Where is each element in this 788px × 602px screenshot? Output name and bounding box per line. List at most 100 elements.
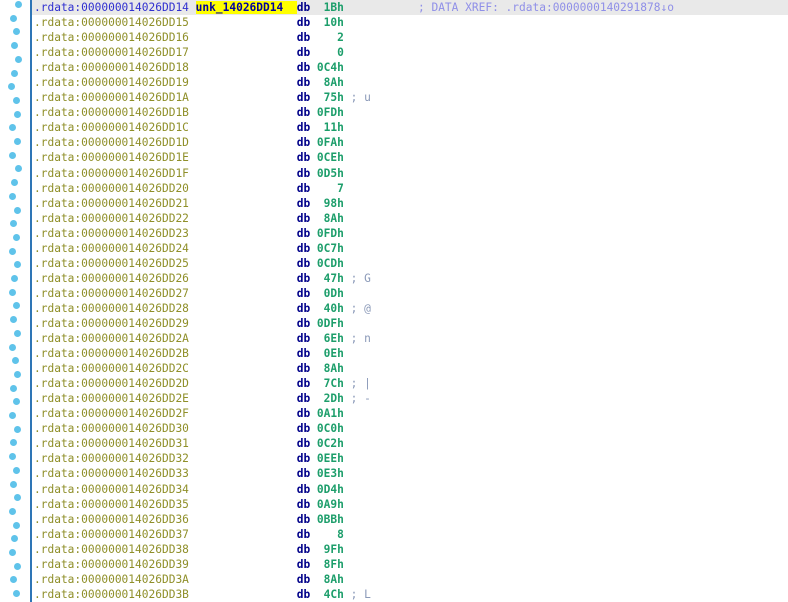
byte-value[interactable]: 9Fh xyxy=(317,543,344,556)
mnemonic-db[interactable]: db xyxy=(297,76,317,89)
byte-value[interactable]: 0DFh xyxy=(317,317,344,330)
char-comment[interactable]: ; L xyxy=(344,588,371,601)
byte-value[interactable]: 0FDh xyxy=(317,227,344,240)
byte-value[interactable]: 0BBh xyxy=(317,513,344,526)
listing-row[interactable]: .rdata:000000014026DD26 db 47h ; G xyxy=(0,271,788,286)
listing-row[interactable]: .rdata:000000014026DD34 db 0D4h xyxy=(0,482,788,497)
address-prefix[interactable]: .rdata:000000014026DD22 xyxy=(34,212,189,225)
listing-row[interactable]: .rdata:000000014026DD1C db 11h xyxy=(0,120,788,135)
address-prefix[interactable]: .rdata:000000014026DD29 xyxy=(34,317,189,330)
byte-value[interactable]: 0CDh xyxy=(317,257,344,270)
address-prefix[interactable]: .rdata:000000014026DD1A xyxy=(34,91,189,104)
byte-value[interactable]: 0C2h xyxy=(317,437,344,450)
byte-value[interactable]: 0A1h xyxy=(317,407,344,420)
listing-row[interactable]: .rdata:000000014026DD27 db 0Dh xyxy=(0,286,788,301)
byte-value[interactable]: 1Bh xyxy=(317,1,344,14)
byte-value[interactable]: 6Eh xyxy=(317,332,344,345)
byte-value[interactable]: 4Ch xyxy=(317,588,344,601)
mnemonic-db[interactable]: db xyxy=(297,407,317,420)
mnemonic-db[interactable]: db xyxy=(297,61,317,74)
byte-value[interactable]: 0C4h xyxy=(317,61,344,74)
listing-row[interactable]: .rdata:000000014026DD25 db 0CDh xyxy=(0,256,788,271)
mnemonic-db[interactable]: db xyxy=(297,212,317,225)
address-prefix[interactable]: .rdata:000000014026DD23 xyxy=(34,227,189,240)
byte-value[interactable]: 0E3h xyxy=(317,467,344,480)
address-prefix[interactable]: .rdata:000000014026DD1B xyxy=(34,106,189,119)
mnemonic-db[interactable]: db xyxy=(297,528,317,541)
address-prefix[interactable]: .rdata:000000014026DD1E xyxy=(34,151,189,164)
mnemonic-db[interactable]: db xyxy=(297,347,317,360)
byte-value[interactable]: 8 xyxy=(317,528,344,541)
byte-value[interactable]: 0A9h xyxy=(317,498,344,511)
byte-value[interactable]: 98h xyxy=(317,197,344,210)
address-prefix[interactable]: .rdata:000000014026DD3B xyxy=(34,588,189,601)
address-prefix[interactable]: .rdata:000000014026DD2D xyxy=(34,377,189,390)
listing-row[interactable]: .rdata:000000014026DD30 db 0C0h xyxy=(0,421,788,436)
listing-row[interactable]: .rdata:000000014026DD2D db 7Ch ; | xyxy=(0,376,788,391)
byte-value[interactable]: 2Dh xyxy=(317,392,344,405)
byte-value[interactable]: 8Fh xyxy=(317,558,344,571)
listing-row[interactable]: .rdata:000000014026DD1F db 0D5h xyxy=(0,166,788,181)
listing-row[interactable]: .rdata:000000014026DD32 db 0EEh xyxy=(0,451,788,466)
mnemonic-db[interactable]: db xyxy=(297,573,317,586)
mnemonic-db[interactable]: db xyxy=(297,452,317,465)
listing-row[interactable]: .rdata:000000014026DD1A db 75h ; u xyxy=(0,90,788,105)
mnemonic-db[interactable]: db xyxy=(297,121,317,134)
listing-row[interactable]: .rdata:000000014026DD2F db 0A1h xyxy=(0,406,788,421)
mnemonic-db[interactable]: db xyxy=(297,467,317,480)
byte-value[interactable]: 7Ch xyxy=(317,377,344,390)
listing-row[interactable]: .rdata:000000014026DD14 unk_14026DD14 db… xyxy=(0,0,788,15)
byte-value[interactable]: 10h xyxy=(317,16,344,29)
listing-row[interactable]: .rdata:000000014026DD2A db 6Eh ; n xyxy=(0,331,788,346)
mnemonic-db[interactable]: db xyxy=(297,16,317,29)
mnemonic-db[interactable]: db xyxy=(297,498,317,511)
byte-value[interactable]: 0C0h xyxy=(317,422,344,435)
byte-value[interactable]: 0D4h xyxy=(317,483,344,496)
byte-value[interactable]: 0Dh xyxy=(317,287,344,300)
address-prefix[interactable]: .rdata:000000014026DD17 xyxy=(34,46,189,59)
disassembly-listing[interactable]: .rdata:000000014026DD14 unk_14026DD14 db… xyxy=(0,0,788,602)
address-prefix[interactable]: .rdata:000000014026DD26 xyxy=(34,272,189,285)
mnemonic-db[interactable]: db xyxy=(297,167,317,180)
listing-row[interactable]: .rdata:000000014026DD29 db 0DFh xyxy=(0,316,788,331)
byte-value[interactable]: 40h xyxy=(317,302,344,315)
listing-row[interactable]: .rdata:000000014026DD39 db 8Fh xyxy=(0,557,788,572)
address-prefix[interactable]: .rdata:000000014026DD21 xyxy=(34,197,189,210)
byte-value[interactable]: 8Ah xyxy=(317,362,344,375)
listing-row[interactable]: .rdata:000000014026DD35 db 0A9h xyxy=(0,497,788,512)
address-prefix[interactable]: .rdata:000000014026DD2B xyxy=(34,347,189,360)
byte-value[interactable]: 0D5h xyxy=(317,167,344,180)
mnemonic-db[interactable]: db xyxy=(297,317,317,330)
listing-row[interactable]: .rdata:000000014026DD3A db 8Ah xyxy=(0,572,788,587)
address-prefix[interactable]: .rdata:000000014026DD16 xyxy=(34,31,189,44)
address-prefix[interactable]: .rdata:000000014026DD2E xyxy=(34,392,189,405)
byte-value[interactable]: 8Ah xyxy=(317,76,344,89)
listing-row[interactable]: .rdata:000000014026DD1B db 0FDh xyxy=(0,105,788,120)
byte-value[interactable]: 8Ah xyxy=(317,212,344,225)
listing-row[interactable]: .rdata:000000014026DD22 db 8Ah xyxy=(0,211,788,226)
mnemonic-db[interactable]: db xyxy=(297,437,317,450)
mnemonic-db[interactable]: db xyxy=(297,377,317,390)
address-prefix[interactable]: .rdata:000000014026DD2F xyxy=(34,407,189,420)
listing-row[interactable]: .rdata:000000014026DD37 db 8 xyxy=(0,527,788,542)
byte-value[interactable]: 7 xyxy=(317,182,344,195)
byte-value[interactable]: 8Ah xyxy=(317,573,344,586)
mnemonic-db[interactable]: db xyxy=(297,558,317,571)
char-comment[interactable]: ; - xyxy=(344,392,371,405)
listing-row[interactable]: .rdata:000000014026DD23 db 0FDh xyxy=(0,226,788,241)
address-prefix[interactable]: .rdata:000000014026DD15 xyxy=(34,16,189,29)
address-prefix[interactable]: .rdata:000000014026DD39 xyxy=(34,558,189,571)
address-prefix[interactable]: .rdata:000000014026DD18 xyxy=(34,61,189,74)
listing-row[interactable]: .rdata:000000014026DD18 db 0C4h xyxy=(0,60,788,75)
address-prefix[interactable]: .rdata:000000014026DD36 xyxy=(34,513,189,526)
listing-row[interactable]: .rdata:000000014026DD21 db 98h xyxy=(0,196,788,211)
listing-row[interactable]: .rdata:000000014026DD2E db 2Dh ; - xyxy=(0,391,788,406)
address-prefix[interactable]: .rdata:000000014026DD34 xyxy=(34,483,189,496)
char-comment[interactable]: ; u xyxy=(344,91,371,104)
address-prefix[interactable]: .rdata:000000014026DD25 xyxy=(34,257,189,270)
listing-row[interactable]: .rdata:000000014026DD2C db 8Ah xyxy=(0,361,788,376)
address-prefix[interactable]: .rdata:000000014026DD20 xyxy=(34,182,189,195)
mnemonic-db[interactable]: db xyxy=(297,422,317,435)
byte-value[interactable]: 11h xyxy=(317,121,344,134)
listing-row[interactable]: .rdata:000000014026DD1D db 0FAh xyxy=(0,135,788,150)
